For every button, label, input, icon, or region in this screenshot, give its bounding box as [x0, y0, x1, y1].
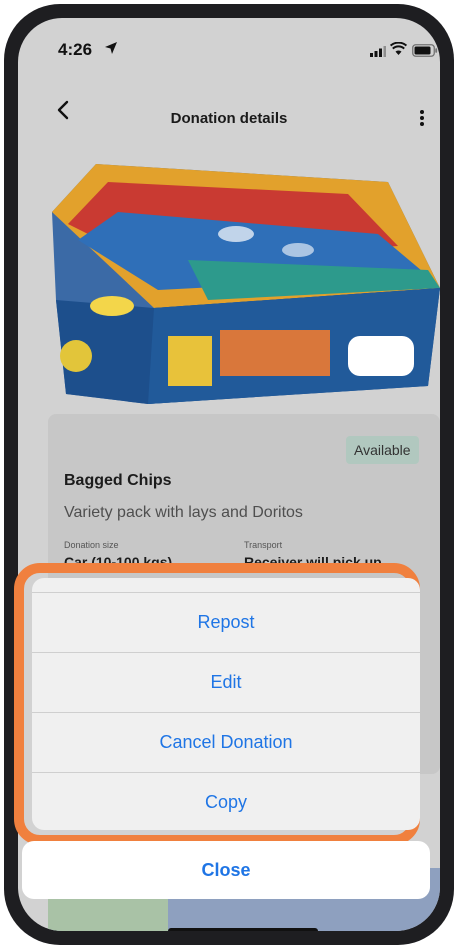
- status-time: 4:26: [58, 40, 93, 59]
- status-bar: 4:26: [18, 18, 440, 76]
- edit-button[interactable]: Edit: [32, 652, 420, 712]
- status-badge: Available: [346, 436, 419, 464]
- page-title: Donation details: [170, 110, 288, 127]
- donation-photo: [48, 150, 440, 406]
- action-sheet: Repost Edit Cancel Donation Copy: [32, 578, 420, 830]
- chips-box-image: [52, 164, 440, 404]
- copy-button[interactable]: Copy: [32, 772, 420, 830]
- transport-label: Transport: [244, 540, 283, 550]
- donation-title: Bagged Chips: [64, 472, 172, 489]
- repost-button[interactable]: Repost: [32, 592, 420, 652]
- nav-bar: Donation details: [18, 90, 440, 134]
- home-indicator: [168, 928, 318, 931]
- signal-icon: [370, 46, 386, 57]
- more-options-icon[interactable]: [416, 106, 428, 130]
- close-button[interactable]: Close: [22, 841, 430, 899]
- battery-icon: [412, 44, 438, 57]
- location-arrow-icon: [105, 42, 117, 54]
- wifi-icon: [390, 42, 407, 55]
- donation-size-label: Donation size: [64, 540, 119, 550]
- action-sheet-header: [32, 578, 420, 592]
- donation-description: Variety pack with lays and Doritos: [64, 504, 303, 521]
- cancel-donation-button[interactable]: Cancel Donation: [32, 712, 420, 772]
